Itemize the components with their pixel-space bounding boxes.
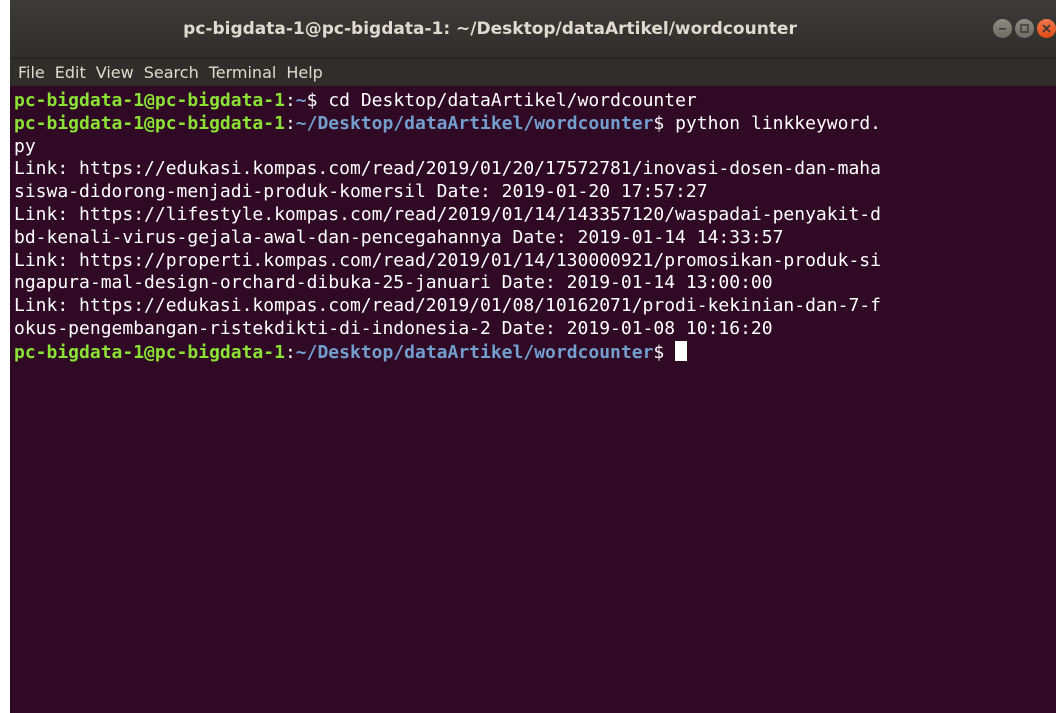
minimize-icon bbox=[999, 28, 1006, 30]
prompt-dollar: $ bbox=[306, 90, 329, 111]
output-line: siswa-didorong-menjadi-produk-komersil D… bbox=[14, 181, 708, 203]
window-controls bbox=[993, 19, 1056, 41]
prompt-dollar: $ bbox=[653, 112, 676, 134]
menu-edit[interactable]: Edit bbox=[51, 63, 92, 82]
terminal-window: pc-bigdata-1@pc-bigdata-1: ~/Desktop/dat… bbox=[10, 0, 1056, 713]
prompt-user: pc-bigdata-1@pc-bigdata-1 bbox=[14, 112, 285, 134]
menu-bar: File Edit View Search Terminal Help bbox=[10, 59, 1056, 86]
close-icon bbox=[1042, 24, 1051, 33]
terminal-cursor bbox=[675, 340, 688, 361]
output-line: Link: https://lifestyle.kompas.com/read/… bbox=[14, 203, 881, 225]
output-line: ngapura-mal-design-orchard-dibuka-25-jan… bbox=[14, 272, 773, 294]
menu-view[interactable]: View bbox=[92, 63, 140, 82]
prompt-user: pc-bigdata-1@pc-bigdata-1 bbox=[14, 90, 285, 111]
minimize-button[interactable] bbox=[993, 19, 1012, 38]
menu-help[interactable]: Help bbox=[282, 63, 328, 82]
maximize-button[interactable] bbox=[1015, 19, 1034, 38]
output-line: Link: https://properti.kompas.com/read/2… bbox=[14, 249, 881, 271]
prompt-path: ~/Desktop/dataArtikel/wordcounter bbox=[295, 112, 654, 134]
terminal-line: pc-bigdata-1@pc-bigdata-1:~$ cd Desktop/… bbox=[14, 90, 1056, 113]
output-line: py bbox=[14, 135, 36, 157]
output-line: Link: https://edukasi.kompas.com/read/20… bbox=[14, 158, 881, 180]
terminal-line: pc-bigdata-1@pc-bigdata-1:~/Desktop/data… bbox=[14, 340, 1056, 364]
close-button[interactable] bbox=[1037, 19, 1056, 38]
prompt-colon: : bbox=[284, 90, 296, 111]
command-text: cd Desktop/dataArtikel/wordcounter bbox=[328, 90, 697, 111]
maximize-icon bbox=[1020, 24, 1029, 33]
menu-terminal[interactable]: Terminal bbox=[205, 63, 283, 82]
prompt-colon: : bbox=[284, 341, 296, 363]
output-line: okus-pengembangan-ristekdikti-di-indones… bbox=[14, 317, 773, 339]
prompt-path: ~/Desktop/dataArtikel/wordcounter bbox=[295, 341, 654, 363]
window-title: pc-bigdata-1@pc-bigdata-1: ~/Desktop/dat… bbox=[183, 19, 797, 39]
terminal-output[interactable]: pc-bigdata-1@pc-bigdata-1:~$ cd Desktop/… bbox=[10, 87, 1056, 713]
output-line: Link: https://edukasi.kompas.com/read/20… bbox=[14, 295, 881, 317]
prompt-path: ~ bbox=[295, 90, 307, 111]
menu-search[interactable]: Search bbox=[140, 63, 205, 82]
prompt-user: pc-bigdata-1@pc-bigdata-1 bbox=[14, 341, 285, 363]
title-bar[interactable]: pc-bigdata-1@pc-bigdata-1: ~/Desktop/dat… bbox=[10, 0, 1056, 59]
terminal-line: pc-bigdata-1@pc-bigdata-1:~/Desktop/data… bbox=[14, 113, 1056, 136]
prompt-colon: : bbox=[284, 112, 296, 134]
output-line: bd-kenali-virus-gejala-awal-dan-pencegah… bbox=[14, 226, 784, 248]
command-text: python linkkeyword. bbox=[675, 112, 881, 134]
prompt-dollar: $ bbox=[653, 341, 676, 363]
menu-file[interactable]: File bbox=[14, 63, 51, 82]
